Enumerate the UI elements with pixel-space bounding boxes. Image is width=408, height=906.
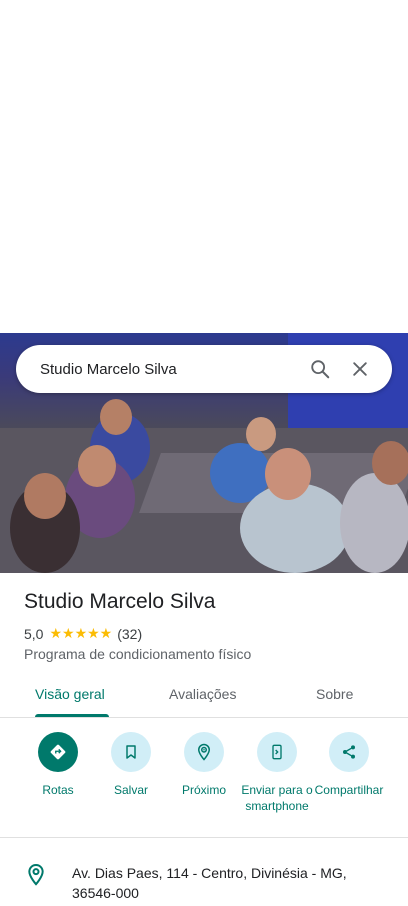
map-area-blank <box>0 0 408 333</box>
search-input[interactable]: Studio Marcelo Silva <box>40 361 300 378</box>
share-button[interactable]: Compartilhar <box>311 732 387 798</box>
nearby-button[interactable]: Próximo <box>166 732 242 798</box>
nearby-pin-icon <box>184 732 224 772</box>
review-count[interactable]: (32) <box>117 626 142 642</box>
rating-row[interactable]: 5,0 ★★★★★ (32) <box>24 625 142 642</box>
nearby-label: Próximo <box>181 783 226 797</box>
place-tabs: Visão geral Avaliações Sobre <box>0 676 408 718</box>
save-button[interactable]: Salvar <box>93 732 169 798</box>
directions-label: Rotas <box>42 783 74 797</box>
share-icon <box>329 732 369 772</box>
maps-place-page: Studio Marcelo Silva Studio Marcelo Silv… <box>0 0 408 906</box>
close-icon[interactable] <box>340 349 380 389</box>
address-text: Av. Dias Paes, 114 - Centro, Divinésia -… <box>72 865 347 901</box>
active-tab-indicator <box>35 714 109 717</box>
action-buttons: Rotas Salvar Próximo Enviar para o smart… <box>0 730 408 838</box>
tab-about[interactable]: Sobre <box>316 686 353 702</box>
star-rating-icon: ★★★★★ <box>49 625 113 641</box>
place-title: Studio Marcelo Silva <box>24 590 216 613</box>
save-label: Salvar <box>113 783 148 797</box>
tab-reviews[interactable]: Avaliações <box>169 686 236 702</box>
send-to-phone-label: Enviar para o smartphone <box>241 783 313 813</box>
directions-button[interactable]: Rotas <box>20 732 96 798</box>
address-row[interactable]: Av. Dias Paes, 114 - Centro, Divinésia -… <box>0 855 408 906</box>
search-icon[interactable] <box>300 349 340 389</box>
location-pin-icon <box>26 863 46 892</box>
send-to-phone-button[interactable]: Enviar para o smartphone <box>239 732 315 814</box>
tab-overview[interactable]: Visão geral <box>35 686 105 702</box>
directions-icon <box>38 732 78 772</box>
place-category[interactable]: Programa de condicionamento físico <box>24 646 251 662</box>
share-label: Compartilhar <box>314 783 384 797</box>
rating-value: 5,0 <box>24 625 44 642</box>
send-to-phone-icon <box>257 732 297 772</box>
search-bar[interactable]: Studio Marcelo Silva <box>16 345 392 393</box>
bookmark-icon <box>111 732 151 772</box>
